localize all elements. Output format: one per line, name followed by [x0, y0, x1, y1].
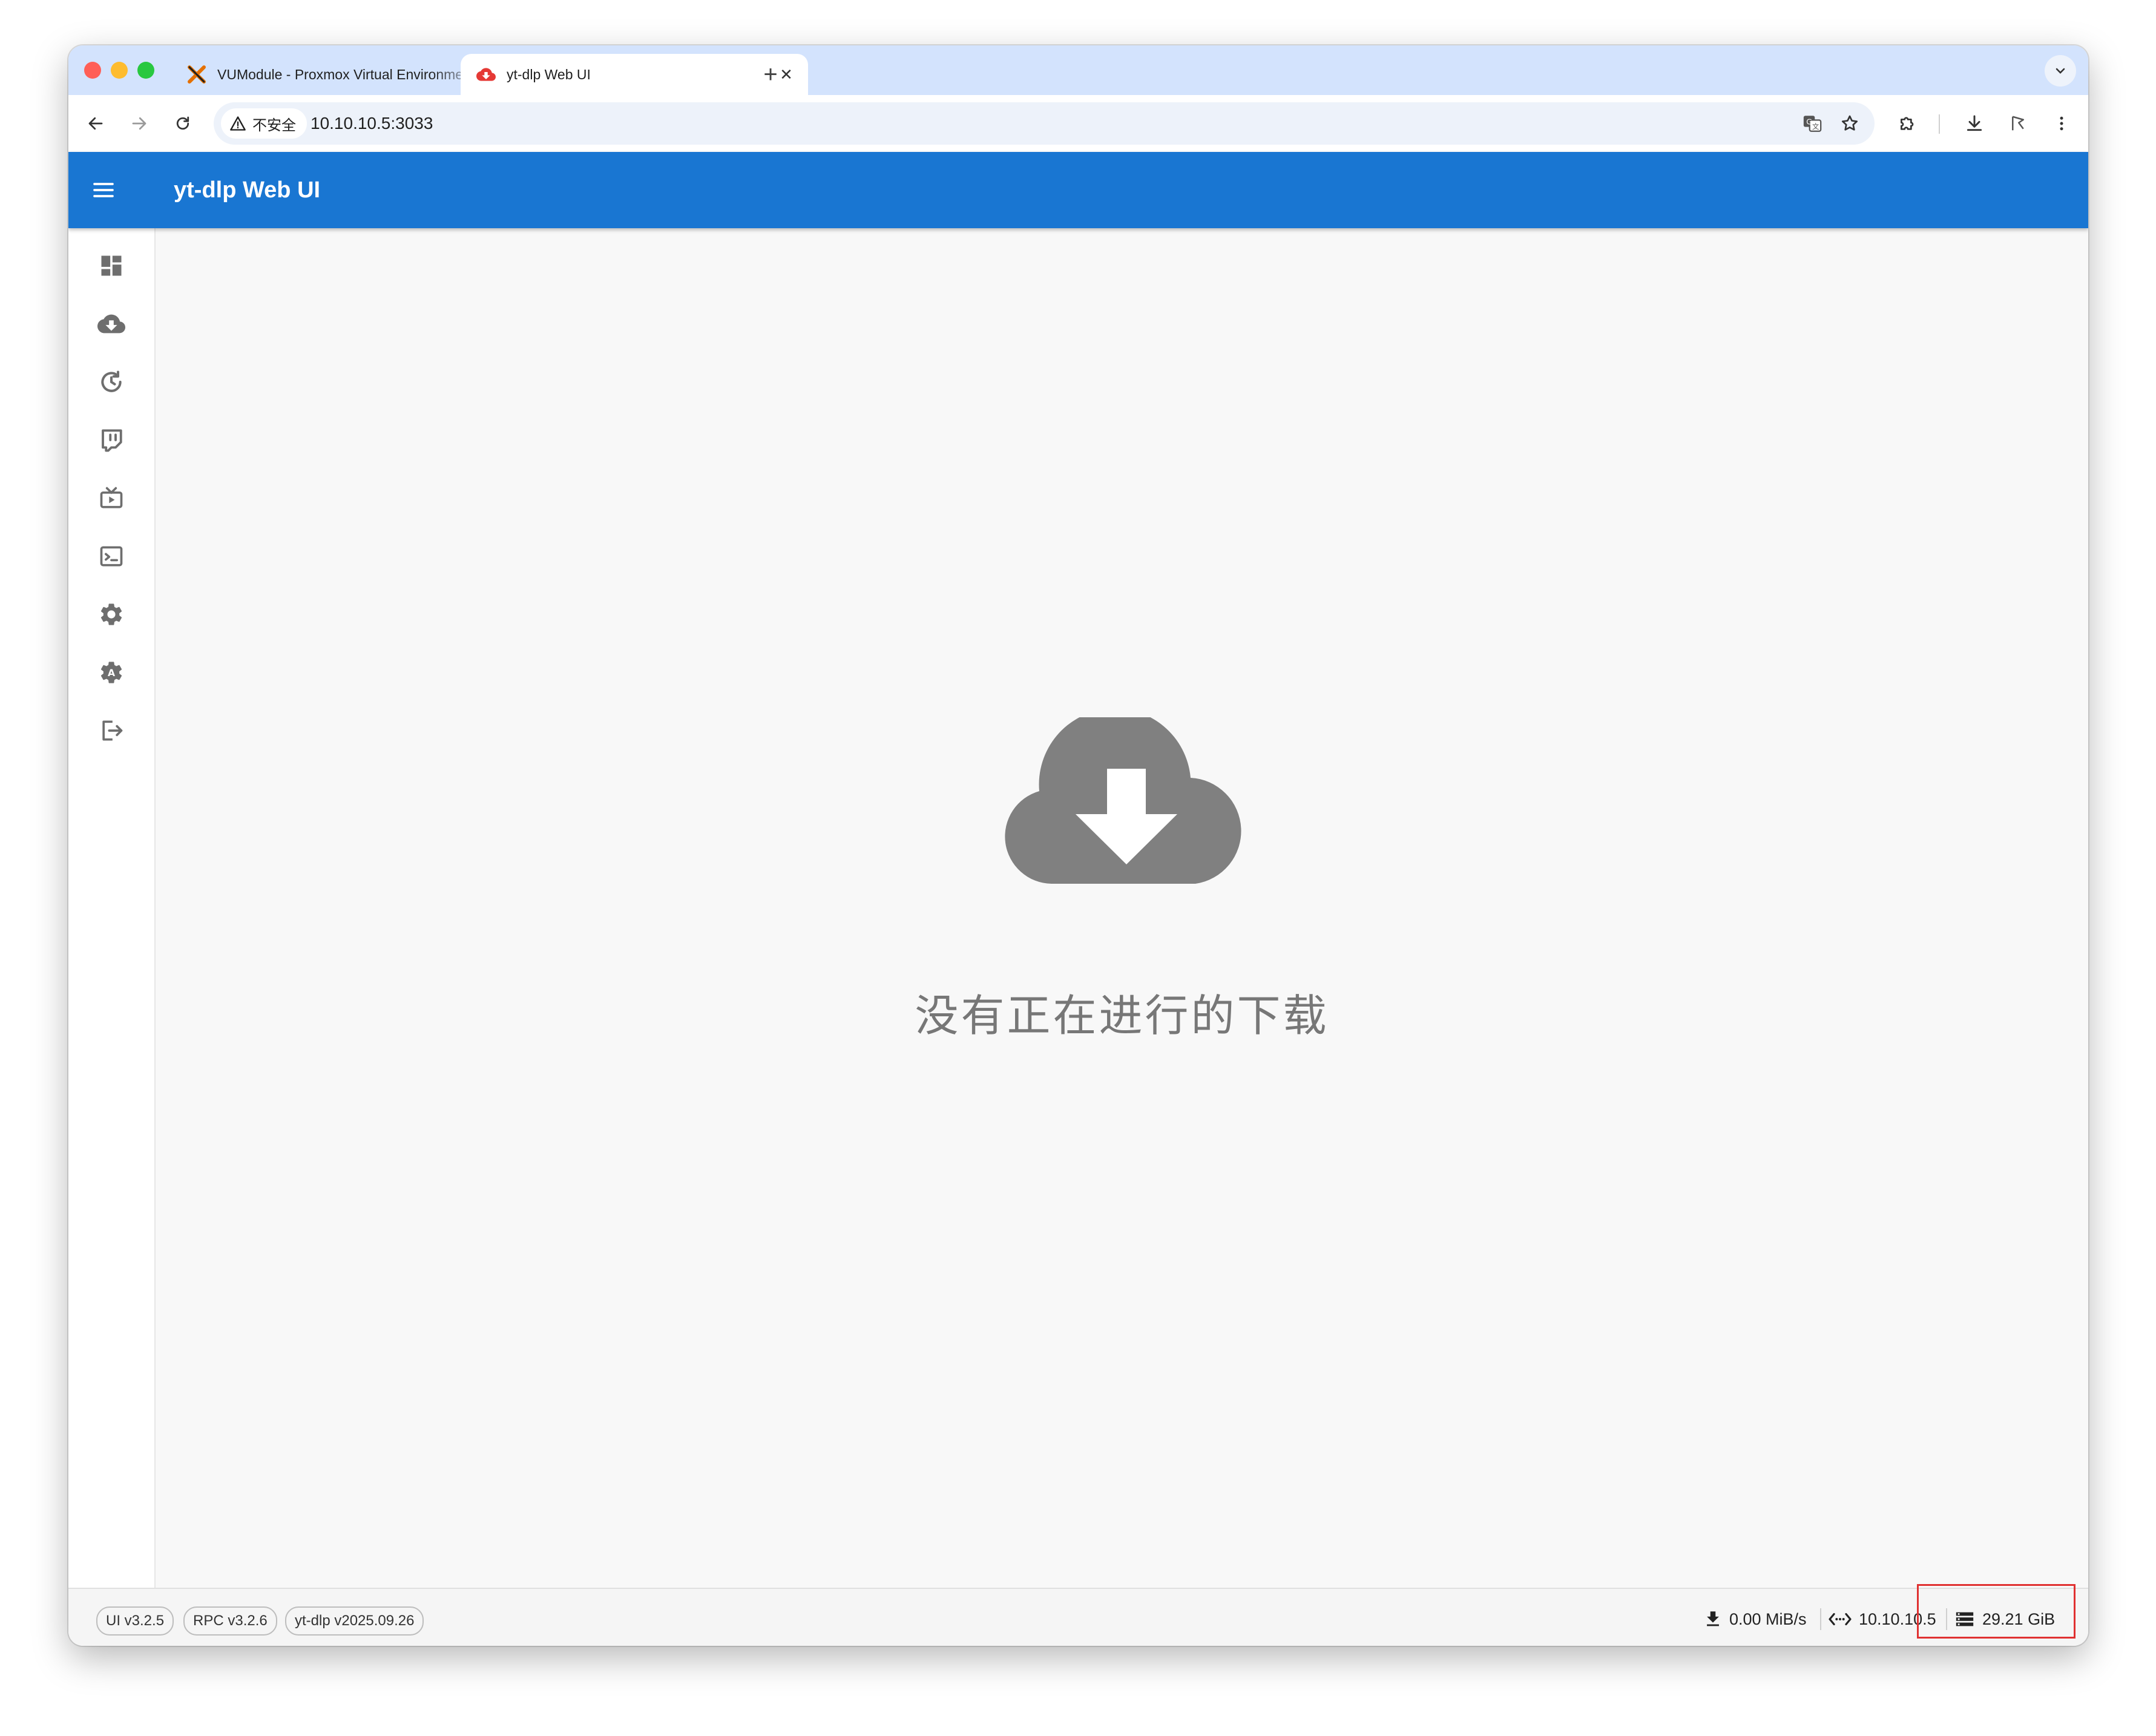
browser-menu-button[interactable] — [2046, 108, 2077, 139]
footer-divider — [1820, 1608, 1821, 1630]
cloud-download-icon — [476, 68, 496, 81]
back-button[interactable] — [81, 108, 111, 139]
sidebar-item-livestream[interactable] — [87, 474, 136, 522]
dashboard-icon — [101, 255, 122, 276]
bookmark-button[interactable] — [1837, 111, 1862, 136]
live-tv-icon — [100, 487, 123, 508]
logout-icon — [102, 720, 123, 741]
download-icon — [1967, 115, 1982, 131]
menu-button[interactable] — [85, 172, 122, 208]
profile-extension-button[interactable] — [2003, 108, 2033, 139]
more-vert-icon — [2060, 116, 2063, 131]
forward-button[interactable] — [124, 108, 154, 139]
cloud-download-icon — [97, 314, 125, 334]
maximize-window-button[interactable] — [137, 62, 154, 79]
ytdlp-version-chip: yt-dlp v2025.09.26 — [285, 1606, 424, 1636]
sidebar-item-dashboard[interactable] — [87, 242, 136, 290]
proxmox-icon — [188, 65, 206, 84]
highlight-box — [1917, 1584, 2075, 1639]
url-text[interactable]: 10.10.10.5:3033 — [311, 102, 433, 145]
address-bar[interactable]: 不安全 10.10.10.5:3033 G文 — [214, 102, 1875, 145]
code-connection-icon — [1829, 1613, 1852, 1626]
svg-text:文: 文 — [1812, 122, 1819, 131]
sidebar-item-terminal[interactable] — [87, 532, 136, 580]
svg-text:A: A — [108, 668, 115, 679]
security-chip[interactable]: 不安全 — [221, 108, 307, 139]
download-speed-value: 0.00 MiB/s — [1729, 1609, 1807, 1628]
status-footer: UI v3.2.5 RPC v3.2.6 yt-dlp v2025.09.26 … — [68, 1588, 2088, 1646]
chevron-down-icon — [2056, 68, 2065, 74]
settings-icon — [100, 603, 122, 625]
toolbar-divider — [1939, 114, 1940, 134]
rpc-version-chip: RPC v3.2.6 — [183, 1606, 277, 1636]
tab-search-button[interactable] — [2045, 55, 2076, 87]
twitch-icon — [102, 429, 122, 452]
ui-version-chip: UI v3.2.5 — [96, 1606, 174, 1636]
browser-toolbar: 不安全 10.10.10.5:3033 G文 — [68, 95, 2088, 152]
minimize-window-button[interactable] — [111, 62, 128, 79]
tab-strip: VUModule - Proxmox Virtual Environment ✕… — [68, 45, 2088, 95]
tab-title: VUModule - Proxmox Virtual Environment — [217, 66, 475, 82]
close-window-button[interactable] — [84, 62, 101, 79]
sidebar-item-logout[interactable] — [87, 706, 136, 755]
history-icon — [101, 370, 122, 392]
reload-icon — [176, 116, 189, 130]
empty-state-message: 没有正在进行的下载 — [915, 992, 1329, 1041]
downloads-button[interactable] — [1959, 108, 1990, 139]
tab-title: yt-dlp Web UI — [507, 66, 591, 82]
sidebar-item-downloads[interactable] — [87, 300, 136, 348]
app-bar: yt-dlp Web UI — [68, 152, 2088, 228]
browser-window: VUModule - Proxmox Virtual Environment ✕… — [68, 45, 2088, 1646]
admin-icon: A — [100, 662, 122, 683]
sidebar: A — [68, 228, 156, 1588]
download-icon — [1707, 1611, 1719, 1626]
reload-button[interactable] — [168, 108, 198, 139]
sidebar-item-admin[interactable]: A — [87, 648, 136, 697]
sidebar-item-twitch[interactable] — [87, 416, 136, 464]
terminal-icon — [100, 546, 123, 567]
warning-icon — [230, 116, 246, 131]
menu-icon — [93, 183, 114, 197]
main-content: 没有正在进行的下载 — [156, 228, 2088, 1588]
download-speed: 0.00 MiB/s — [1703, 1602, 1807, 1636]
new-tab-button[interactable]: + — [752, 56, 789, 93]
translate-button[interactable]: G文 — [1799, 111, 1825, 136]
arrow-right-icon — [132, 117, 146, 130]
translate-icon: G文 — [1803, 116, 1822, 132]
puzzle-icon — [1901, 117, 1914, 130]
sidebar-item-history[interactable] — [87, 358, 136, 406]
sidebar-item-settings[interactable] — [87, 590, 136, 639]
extension-flag-icon — [2012, 116, 2024, 131]
security-label: 不安全 — [252, 117, 296, 134]
svg-text:G: G — [1806, 117, 1812, 127]
app-title: yt-dlp Web UI — [174, 177, 321, 203]
arrow-left-icon — [88, 117, 103, 130]
extensions-button[interactable] — [1893, 108, 1923, 139]
cloud-download-icon — [1005, 717, 1241, 884]
star-icon — [1841, 115, 1858, 131]
